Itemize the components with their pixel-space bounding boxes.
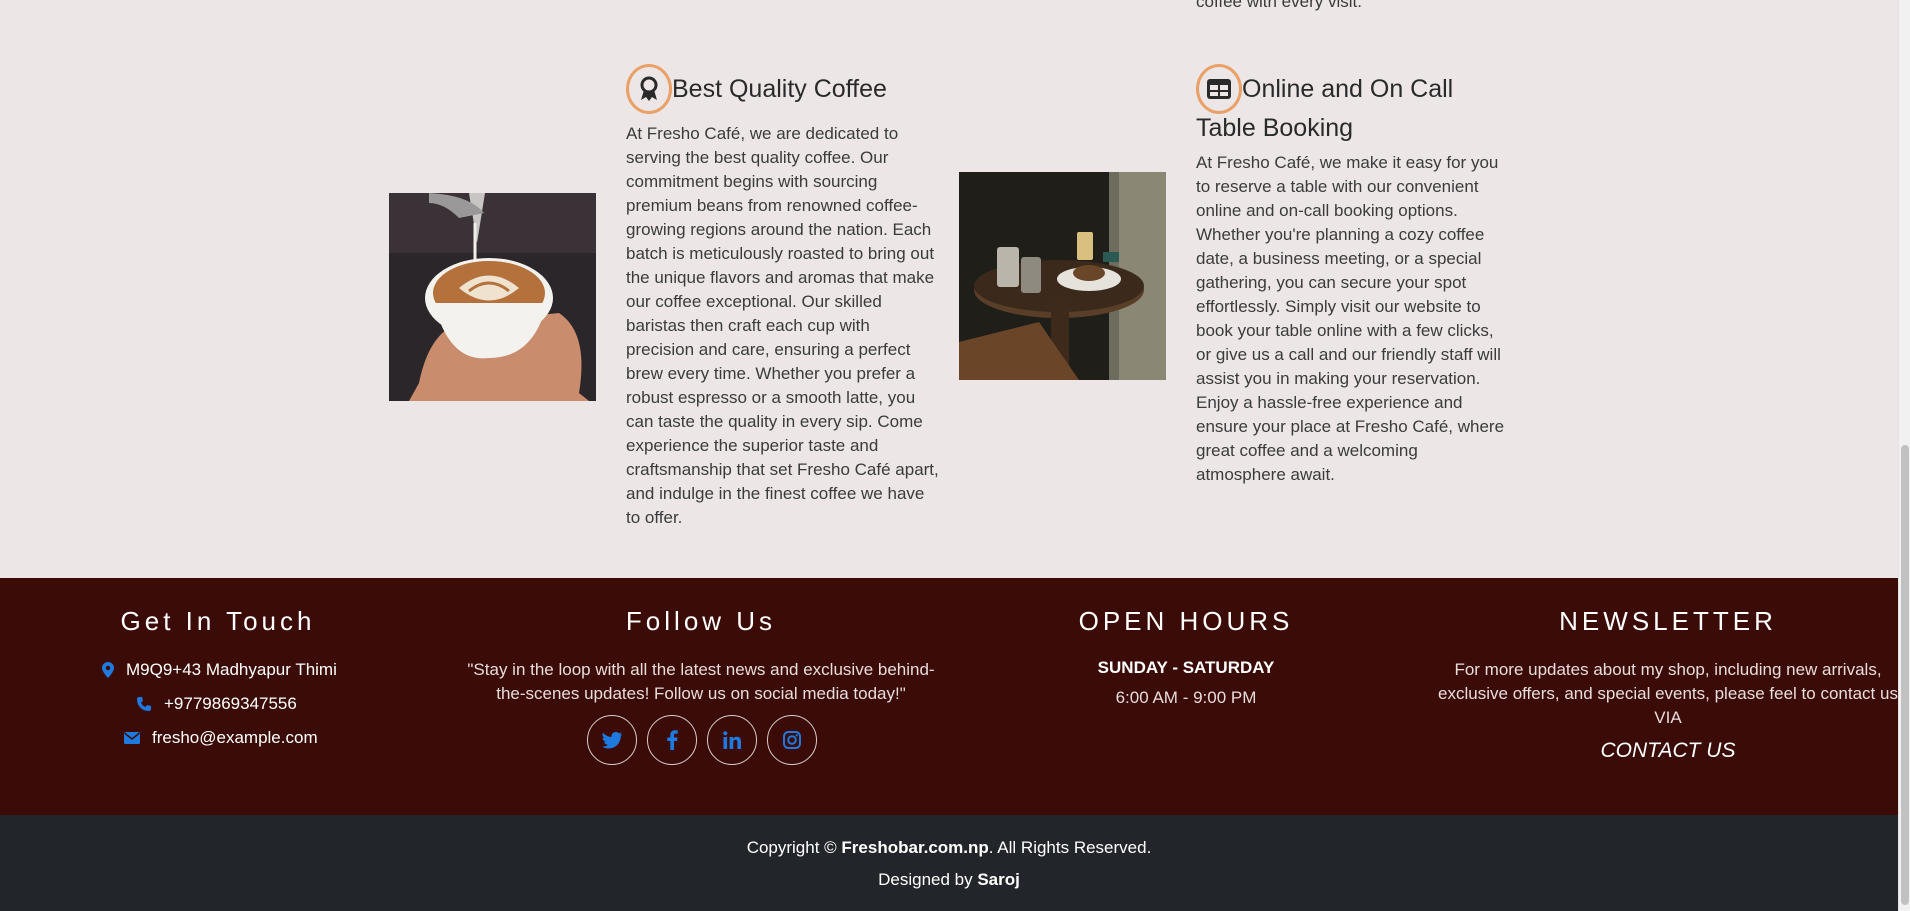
designer-name-link[interactable]: Saroj <box>977 870 1020 889</box>
designed-by-prefix: Designed by <box>878 870 978 889</box>
copyright-suffix: . All Rights Reserved. <box>988 838 1152 857</box>
get-in-touch-section: Get In Touch M9Q9+43 Madhyapur Thimi +97… <box>0 578 436 815</box>
newsletter-heading: NEWSLETTER <box>1559 606 1777 636</box>
twitter-icon <box>602 731 622 748</box>
contact-us-link[interactable]: CONTACT US <box>1428 739 1908 763</box>
description-line: commitment begins with sourcing <box>626 172 878 191</box>
get-in-touch-heading: Get In Touch <box>120 606 316 636</box>
description-line: At Fresho Café, we are dedicated to <box>626 124 899 143</box>
designed-by-line: Designed by Saroj <box>0 870 1898 890</box>
award-icon <box>626 64 672 114</box>
description-line: date, a business meeting, or a special <box>1196 249 1482 268</box>
description-line: experience the superior taste and <box>626 436 879 455</box>
newsletter-text-line: For more updates about my shop, includin… <box>1454 660 1882 679</box>
description-line: premium beans from renowned coffee- <box>626 196 918 215</box>
description-line: Whether you're planning a cozy coffee <box>1196 225 1485 244</box>
feature-title: Best Quality Coffee <box>672 75 887 103</box>
previous-feature-text-tail: coffee with every visit. <box>1196 0 1362 11</box>
facebook-icon <box>666 730 678 750</box>
description-line: growing regions around the nation. Each <box>626 220 932 239</box>
description-line: our coffee exceptional. Our skilled <box>626 292 882 311</box>
newsletter-text-line: VIA <box>1654 708 1682 727</box>
description-line: robust espresso or a smooth latte, you <box>626 388 916 407</box>
description-line: can taste the quality in every sip. Come <box>626 412 923 431</box>
instagram-button[interactable] <box>767 715 817 765</box>
follow-us-heading: Follow Us <box>625 606 777 636</box>
description-line: effortlessly. Simply visit our website t… <box>1196 297 1481 316</box>
description-line: atmosphere await. <box>1196 465 1335 484</box>
site-footer: Get In Touch M9Q9+43 Madhyapur Thimi +97… <box>0 578 1898 815</box>
vertical-scrollbar[interactable] <box>1898 0 1910 911</box>
phone-text: +9779869347556 <box>164 694 297 713</box>
table-icon <box>1196 64 1242 114</box>
feature-title-line2: Table Booking <box>1196 114 1354 142</box>
linkedin-button[interactable] <box>707 715 757 765</box>
description-line: to offer. <box>626 508 683 527</box>
page: coffee with every visit. Best Quality Co… <box>0 0 1898 911</box>
description-line: batch is meticulously roasted to bring o… <box>626 244 935 263</box>
phone-icon <box>137 697 151 711</box>
follow-text-line: "Stay in the loop with all the latest ne… <box>467 660 935 679</box>
table-booking-heading-line2: Table Booking <box>1196 108 1353 148</box>
feature-title-line1: Online and On Call <box>1242 75 1454 103</box>
description-line: book your table online with a few clicks… <box>1196 321 1494 340</box>
newsletter-text-line: exclusive offers, and special events, pl… <box>1438 684 1898 703</box>
open-hours-heading: OPEN HOURS <box>1078 606 1294 636</box>
description-line: serving the best quality coffee. Our <box>626 148 889 167</box>
description-line: assist you in making your reservation. <box>1196 369 1481 388</box>
follow-us-section: Follow Us "Stay in the loop with all the… <box>436 578 966 815</box>
description-line: the unique flavors and aromas that make <box>626 268 935 287</box>
follow-us-text: "Stay in the loop with all the latest ne… <box>436 658 966 706</box>
scrollbar-thumb[interactable] <box>1901 445 1909 905</box>
facebook-button[interactable] <box>647 715 697 765</box>
description-line: great coffee and a welcoming <box>1196 441 1418 460</box>
instagram-icon <box>783 731 801 749</box>
best-quality-coffee-description: At Fresho Café, we are dedicated to serv… <box>626 122 939 530</box>
email-line[interactable]: fresho@example.com <box>124 728 318 748</box>
address-line[interactable]: M9Q9+43 Madhyapur Thimi <box>102 660 337 680</box>
email-text: fresho@example.com <box>152 728 318 747</box>
twitter-button[interactable] <box>587 715 637 765</box>
table-booking-heading: Online and On Call <box>1196 64 1453 114</box>
table-booking-description: At Fresho Café, we make it easy for you … <box>1196 151 1504 487</box>
site-name-link[interactable]: Freshobar.com.np <box>841 838 988 857</box>
linkedin-icon <box>723 731 741 749</box>
newsletter-text: For more updates about my shop, includin… <box>1428 658 1908 730</box>
description-line: ensure your place at Fresho Café, where <box>1196 417 1505 436</box>
description-line: craftsmanship that set Fresho Café apart… <box>626 460 939 479</box>
newsletter-section: NEWSLETTER For more updates about my sho… <box>1428 578 1908 815</box>
description-line: to reserve a table with our convenient <box>1196 177 1479 196</box>
open-hours-section: OPEN HOURS SUNDAY - SATURDAY 6:00 AM - 9… <box>966 578 1406 815</box>
phone-line[interactable]: +9779869347556 <box>136 694 297 714</box>
copyright-bar: Copyright © Freshobar.com.np. All Rights… <box>0 815 1898 911</box>
description-line: online and on-call booking options. <box>1196 201 1458 220</box>
follow-text-line: the-scenes updates! Follow us on social … <box>496 684 906 703</box>
copyright-line: Copyright © Freshobar.com.np. All Rights… <box>0 838 1898 858</box>
address-text: M9Q9+43 Madhyapur Thimi <box>126 660 337 679</box>
map-pin-icon <box>102 662 114 678</box>
description-line: brew every time. Whether you prefer a <box>626 364 916 383</box>
description-line: or give us a call and our friendly staff… <box>1196 345 1501 364</box>
description-line: baristas then craft each cup with <box>626 316 870 335</box>
copyright-prefix: Copyright © <box>746 838 842 857</box>
latte-art-image <box>389 193 596 401</box>
description-line: and indulge in the finest coffee we have <box>626 484 925 503</box>
description-line: precision and care, ensuring a perfect <box>626 340 911 359</box>
open-days: SUNDAY - SATURDAY <box>1097 658 1275 677</box>
description-line: Enjoy a hassle-free experience and <box>1196 393 1463 412</box>
open-time: 6:00 AM - 9:00 PM <box>1115 688 1257 707</box>
description-line: At Fresho Café, we make it easy for you <box>1196 153 1499 172</box>
cafe-table-image <box>959 172 1166 380</box>
description-line: gathering, you can secure your spot <box>1196 273 1467 292</box>
envelope-icon <box>124 732 140 744</box>
best-quality-coffee-heading: Best Quality Coffee <box>626 64 887 114</box>
